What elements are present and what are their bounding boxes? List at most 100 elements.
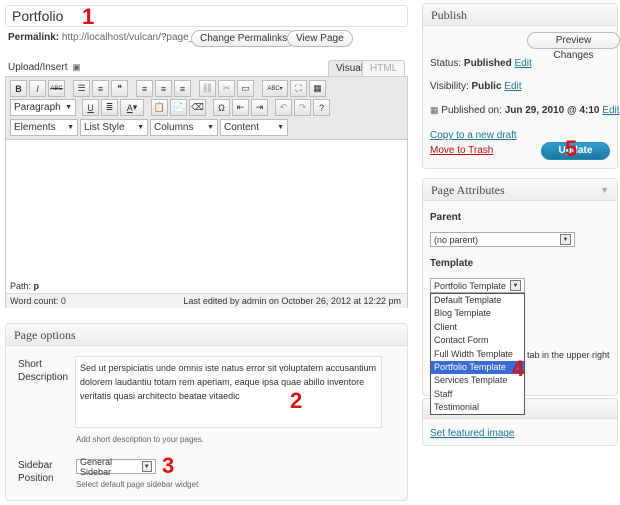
short-description-hint: Add short description to your pages. [76, 435, 205, 444]
bullet-list-icon[interactable]: ☰ [73, 80, 90, 97]
published-edit-link[interactable]: Edit [602, 105, 619, 116]
permalink-row: Permalink: http://localhost/vulcan/?page… [8, 32, 219, 43]
parent-select[interactable]: (no parent) ▼ [430, 232, 575, 247]
publish-title: Publish [423, 4, 617, 26]
content-select-label: Content [224, 122, 260, 133]
remove-format-icon[interactable]: ⌫ [189, 99, 206, 116]
italic-icon[interactable]: I [29, 80, 46, 97]
more-tag-icon[interactable]: ▭ [237, 80, 254, 97]
content-editor: B I ABC ☰ ≡ ❝ ≡ ≡ ≡ ⛓ ✂ ▭ ABC▾ ⛶ ▦ Parag… [5, 76, 408, 308]
help-icon[interactable]: ? [313, 99, 330, 116]
elements-select-label: Elements [14, 122, 56, 133]
redo-icon[interactable]: ↷ [294, 99, 311, 116]
template-label: Template [430, 258, 474, 269]
path-value[interactable]: p [34, 281, 40, 291]
align-right-icon[interactable]: ≡ [174, 80, 191, 97]
unlink-icon[interactable]: ✂ [218, 80, 235, 97]
fullscreen-icon[interactable]: ⛶ [290, 80, 307, 97]
indent-icon[interactable]: ⇥ [251, 99, 268, 116]
columns-select[interactable]: Columns ▼ [150, 119, 218, 136]
hidden-help-text: tab in the upper right [527, 350, 610, 360]
text-color-icon[interactable]: A ▾ [120, 99, 144, 116]
sidebar-position-select[interactable]: General Sidebar ▼ [76, 456, 156, 477]
editor-path: Path: p [6, 280, 407, 293]
template-option[interactable]: Staff [431, 388, 524, 401]
strikethrough-icon[interactable]: ABC [48, 80, 65, 97]
underline-icon[interactable]: U [82, 99, 99, 116]
upload-insert[interactable]: Upload/Insert ▣ [8, 62, 81, 73]
visibility-edit-link[interactable]: Edit [504, 81, 521, 92]
preview-changes-button[interactable]: Preview Changes [527, 32, 620, 61]
blockquote-icon[interactable]: ❝ [111, 80, 128, 97]
sidebar-position-value: General Sidebar [80, 456, 113, 477]
chevron-down-icon: ▼ [207, 124, 214, 131]
view-page-button[interactable]: View Page [287, 30, 353, 47]
outdent-icon[interactable]: ⇤ [232, 99, 249, 116]
chevron-down-icon: ▼ [137, 124, 144, 131]
template-option[interactable]: Full Width Template [431, 348, 524, 361]
numbered-list-icon[interactable]: ≡ [92, 80, 109, 97]
template-option[interactable]: Client [431, 321, 524, 334]
content-select[interactable]: Content ▼ [220, 119, 288, 136]
collapse-arrow-icon[interactable]: ▼ [600, 185, 609, 195]
published-value: Jun 29, 2010 @ 4:10 [504, 105, 600, 116]
annotation-4: 4 [512, 356, 525, 381]
chevron-down-icon: ▼ [560, 234, 571, 245]
justify-icon[interactable]: ≣ [101, 99, 118, 116]
parent-label: Parent [430, 212, 462, 223]
format-select[interactable]: Paragraph ▼ [10, 99, 76, 116]
move-to-trash-link[interactable]: Move to Trash [430, 145, 493, 156]
status-value: Published [463, 58, 512, 69]
annotation-1: 1 [82, 4, 95, 29]
kitchen-sink-icon[interactable]: ▦ [309, 80, 326, 97]
paste-text-icon[interactable]: 📋 [151, 99, 168, 116]
elements-select[interactable]: Elements ▼ [10, 119, 78, 136]
page-options-title: Page options [6, 324, 407, 346]
annotation-2: 2 [290, 388, 303, 413]
special-char-icon[interactable]: Ω [213, 99, 230, 116]
template-option[interactable]: Services Template [431, 374, 524, 387]
template-option[interactable]: Blog Template [431, 307, 524, 320]
permalink-label: Permalink: [8, 32, 60, 43]
paste-word-icon[interactable]: 📄 [170, 99, 187, 116]
template-option-selected[interactable]: Portfolio Template [431, 360, 524, 375]
last-edited: Last edited by admin on October 26, 2012… [183, 296, 401, 306]
status-row: Status: Published Edit [430, 58, 532, 69]
editor-status-bar: Word count: 0 Last edited by admin on Oc… [6, 293, 407, 308]
parent-value: (no parent) [434, 234, 479, 245]
template-select[interactable]: Portfolio Template ▼ [430, 278, 525, 293]
chevron-down-icon: ▼ [141, 461, 152, 472]
media-icon[interactable]: ▣ [72, 62, 81, 72]
align-left-icon[interactable]: ≡ [136, 80, 153, 97]
annotation-5: 5 [565, 136, 578, 161]
copy-to-draft-link[interactable]: Copy to a new draft [430, 130, 517, 141]
post-title-input[interactable] [5, 5, 408, 27]
published-on-row: ▦ Published on: Jun 29, 2010 @ 4:10 Edit [430, 105, 620, 116]
template-option[interactable]: Default Template [431, 294, 524, 307]
undo-icon[interactable]: ↶ [275, 99, 292, 116]
set-featured-image-link[interactable]: Set featured image [430, 428, 515, 439]
align-center-icon[interactable]: ≡ [155, 80, 172, 97]
calendar-icon: ▦ [430, 105, 439, 115]
template-dropdown[interactable]: Default Template Blog Template Client Co… [430, 293, 525, 415]
template-option[interactable]: Testimonial [431, 401, 524, 414]
list-style-select[interactable]: List Style ▼ [80, 119, 148, 136]
bold-icon[interactable]: B [10, 80, 27, 97]
status-edit-link[interactable]: Edit [515, 58, 532, 69]
short-description-textarea[interactable]: Sed ut perspiciatis unde omnis iste natu… [75, 356, 382, 428]
status-label: Status: [430, 58, 462, 69]
list-style-select-label: List Style [84, 122, 125, 133]
page-attributes-title: Page Attributes ▼ [423, 179, 617, 201]
published-label: Published on: [441, 105, 502, 116]
annotation-3: 3 [162, 453, 175, 478]
visibility-value: Public [471, 81, 502, 92]
template-option[interactable]: Contact Form [431, 334, 524, 347]
chevron-down-icon: ▼ [277, 124, 284, 131]
page-attributes-title-text: Page Attributes [431, 183, 505, 197]
link-icon[interactable]: ⛓ [199, 80, 216, 97]
sidebar-position-hint: Select default page sidebar widget [76, 480, 199, 489]
change-permalinks-button[interactable]: Change Permalinks [191, 30, 297, 47]
spellcheck-icon[interactable]: ABC▾ [262, 80, 288, 97]
chevron-down-icon: ▼ [510, 280, 521, 291]
tab-html[interactable]: HTML [362, 60, 406, 77]
